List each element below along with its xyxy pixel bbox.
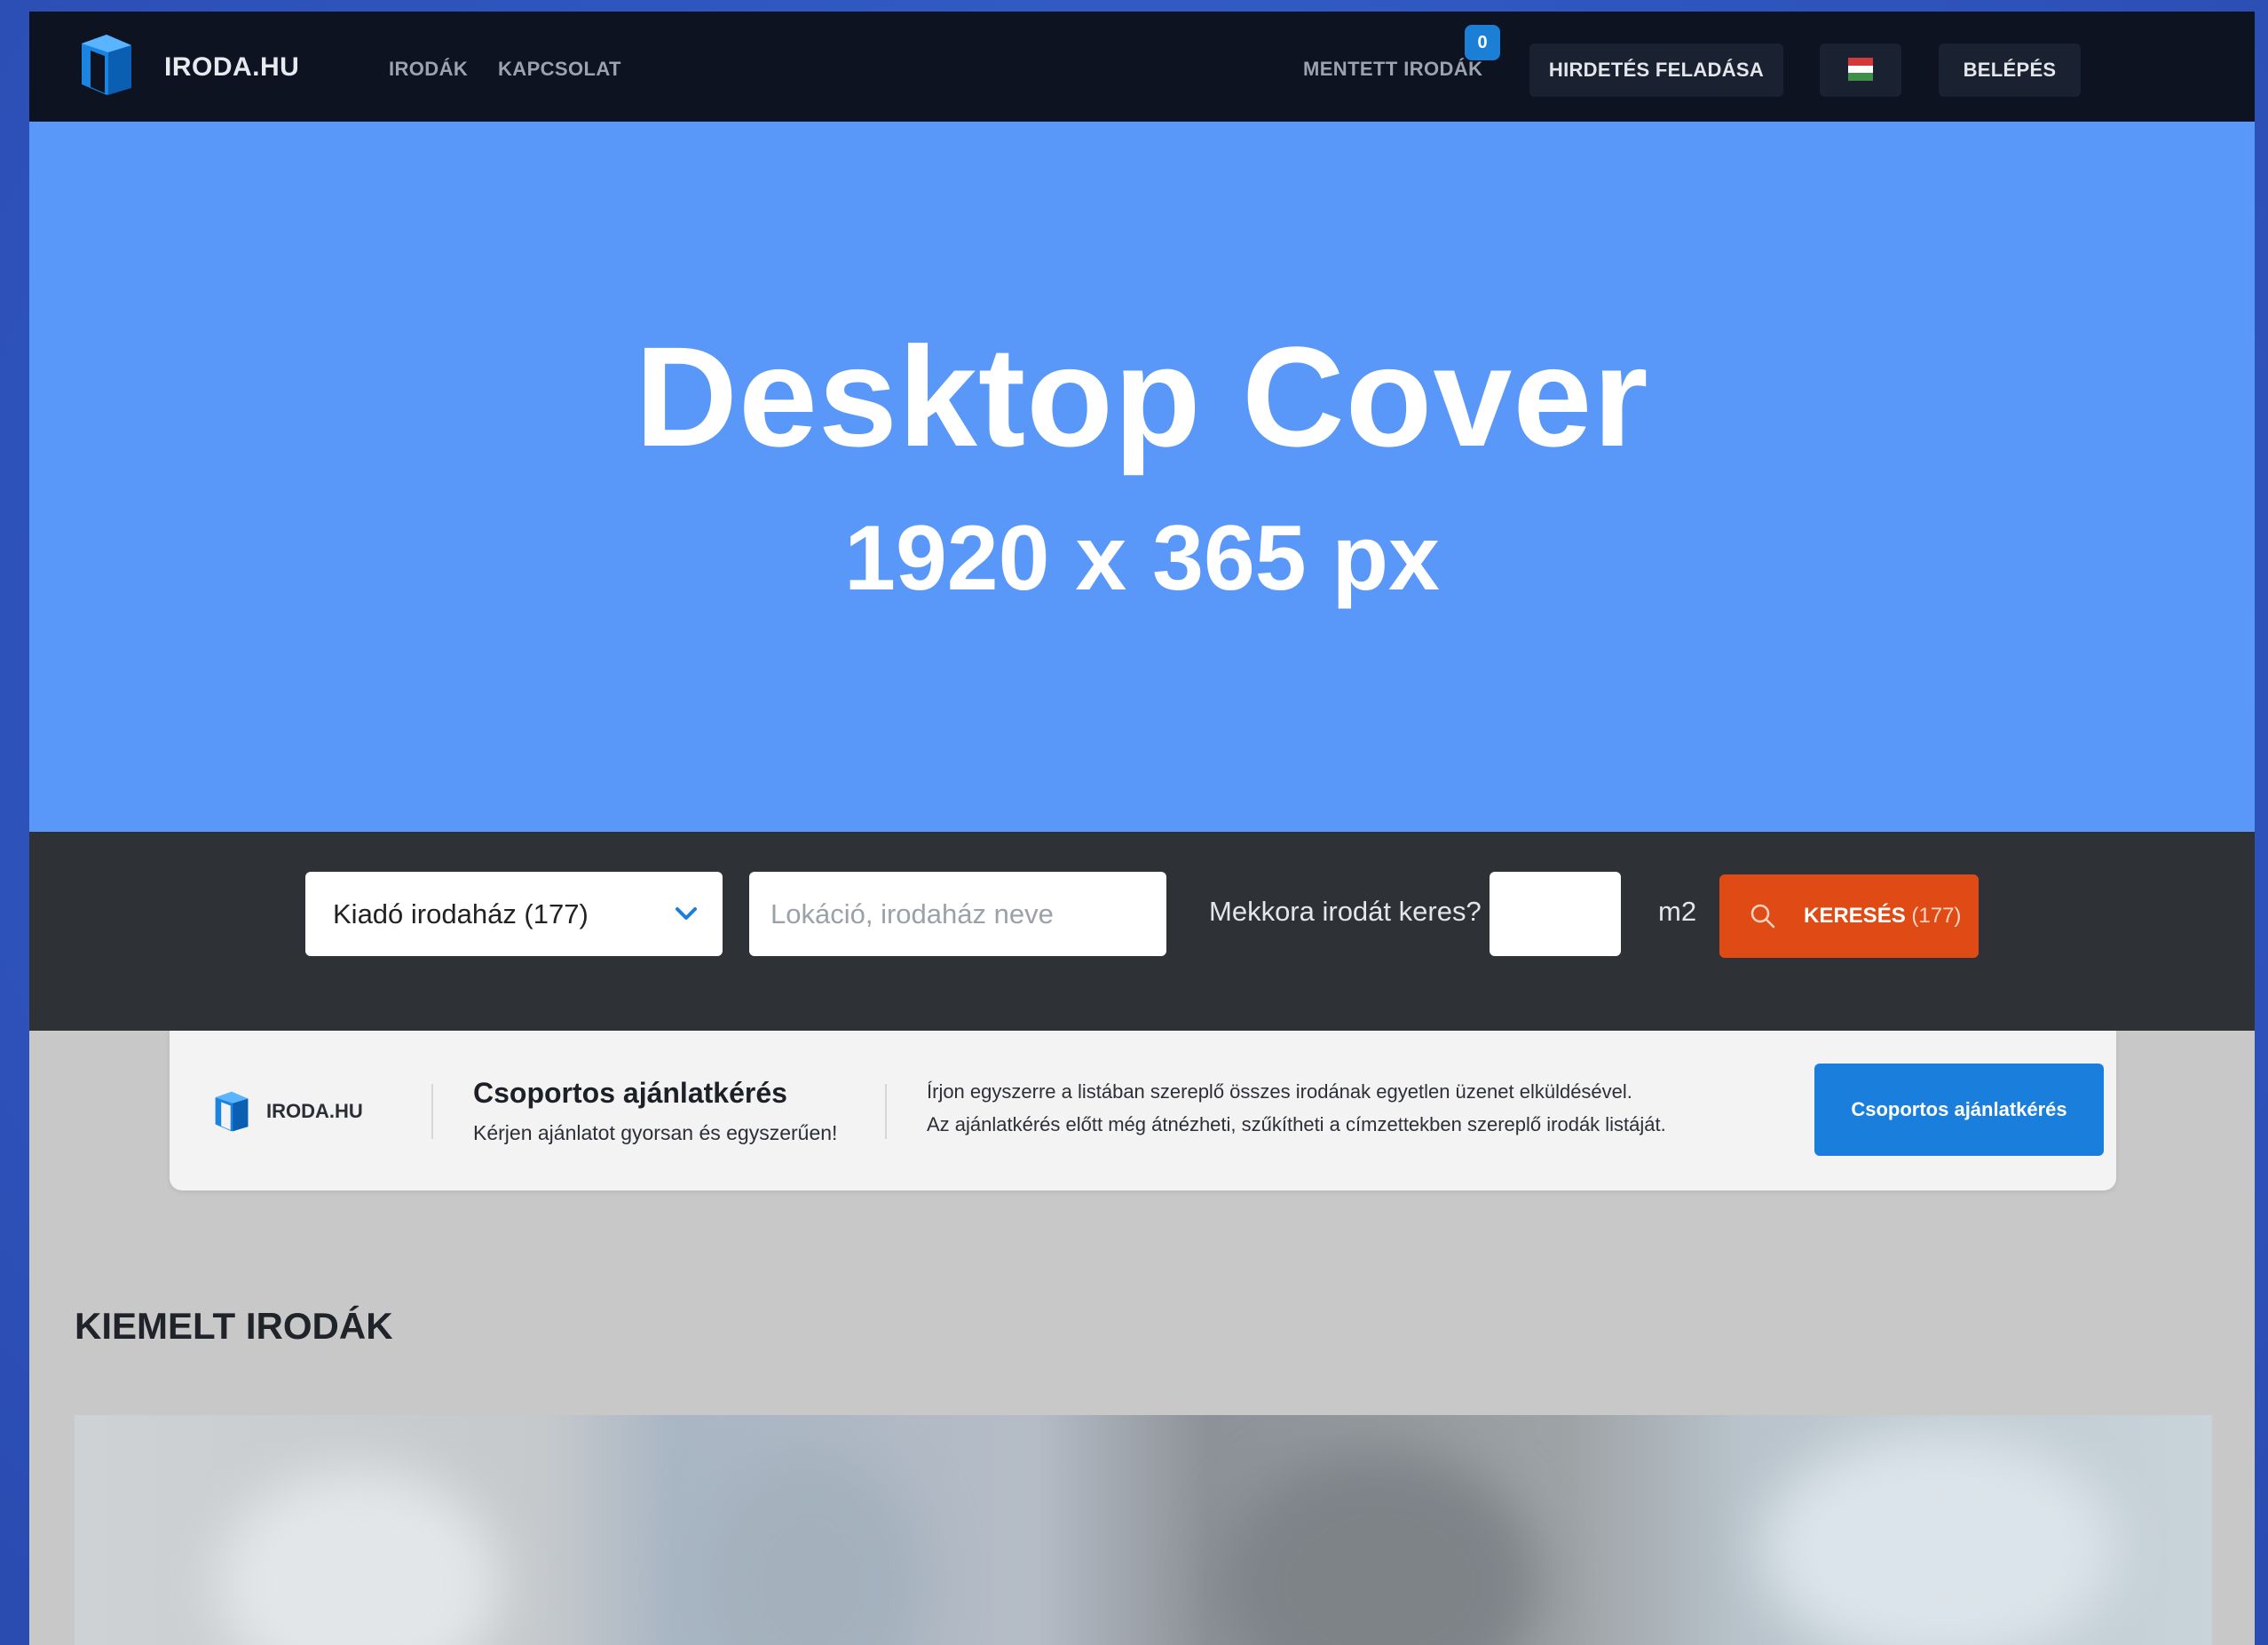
brand-name[interactable]: IRODA.HU <box>164 52 299 83</box>
size-unit-label: m2 <box>1658 896 1697 927</box>
image-blur-shape <box>1220 1451 1539 1645</box>
size-question-label: Mekkora irodát keres? <box>1209 896 1482 927</box>
search-result-count: (177) <box>1911 904 1962 928</box>
group-offer-title: Csoportos ajánlatkérés <box>473 1077 787 1109</box>
nav-link-kapcsolat[interactable]: KAPCSOLAT <box>498 58 621 81</box>
nav-link-irodak[interactable]: IRODÁK <box>389 58 468 81</box>
saved-count-badge: 0 <box>1465 25 1500 60</box>
cover-subtitle: 1920 x 365 px <box>844 507 1440 610</box>
search-button[interactable]: KERESÉS (177) <box>1719 874 1979 958</box>
browser-frame: IRODA.HU IRODÁK KAPCSOLAT MENTETT IRODÁK… <box>29 12 2255 1645</box>
group-offer-subtitle: Kérjen ajánlatot gyorsan és egyszerűen! <box>473 1121 838 1144</box>
group-offer-card: IRODA.HU Csoportos ajánlatkérés Kérjen a… <box>170 1031 2116 1190</box>
cover-title: Desktop Cover <box>635 317 1649 476</box>
offer-brand-name: IRODA.HU <box>266 1100 363 1122</box>
size-input[interactable] <box>1490 872 1621 956</box>
chevron-down-icon <box>676 907 697 920</box>
divider <box>885 1084 887 1139</box>
group-offer-description-line2: Az ajánlatkérés előtt még átnézheti, szű… <box>927 1113 1666 1135</box>
image-blur-shape <box>696 1451 927 1645</box>
desktop-cover: Desktop Cover 1920 x 365 px <box>29 122 2255 832</box>
hungarian-flag-icon[interactable] <box>1848 58 1873 81</box>
login-button[interactable]: BELÉPÉS <box>1939 43 2081 97</box>
search-bar: Kiadó irodaház (177) Mekkora irodát kere… <box>29 832 2255 1031</box>
post-ad-button[interactable]: HIRDETÉS FELADÁSA <box>1529 43 1783 97</box>
iroda-logo-icon <box>215 1091 249 1132</box>
property-type-value: Kiadó irodaház (177) <box>333 898 589 929</box>
iroda-logo-icon[interactable] <box>78 31 135 99</box>
search-button-label: KERESÉS (177) <box>1804 904 1962 928</box>
group-offer-description-line1: Írjon egyszerre a listában szereplő össz… <box>927 1080 1632 1103</box>
featured-office-image[interactable] <box>75 1415 2212 1645</box>
search-icon <box>1750 904 1775 929</box>
location-search-input[interactable] <box>749 872 1166 956</box>
property-type-select[interactable]: Kiadó irodaház (177) <box>305 872 723 956</box>
divider <box>431 1084 433 1139</box>
image-blur-shape <box>1761 1433 2116 1645</box>
image-blur-shape <box>217 1468 501 1645</box>
top-navbar: IRODA.HU IRODÁK KAPCSOLAT MENTETT IRODÁK… <box>29 12 2255 122</box>
featured-offices-heading: KIEMELT IRODÁK <box>75 1305 393 1347</box>
saved-offices-link[interactable]: MENTETT IRODÁK <box>1303 58 1482 81</box>
group-offer-button[interactable]: Csoportos ajánlatkérés <box>1814 1064 2104 1156</box>
